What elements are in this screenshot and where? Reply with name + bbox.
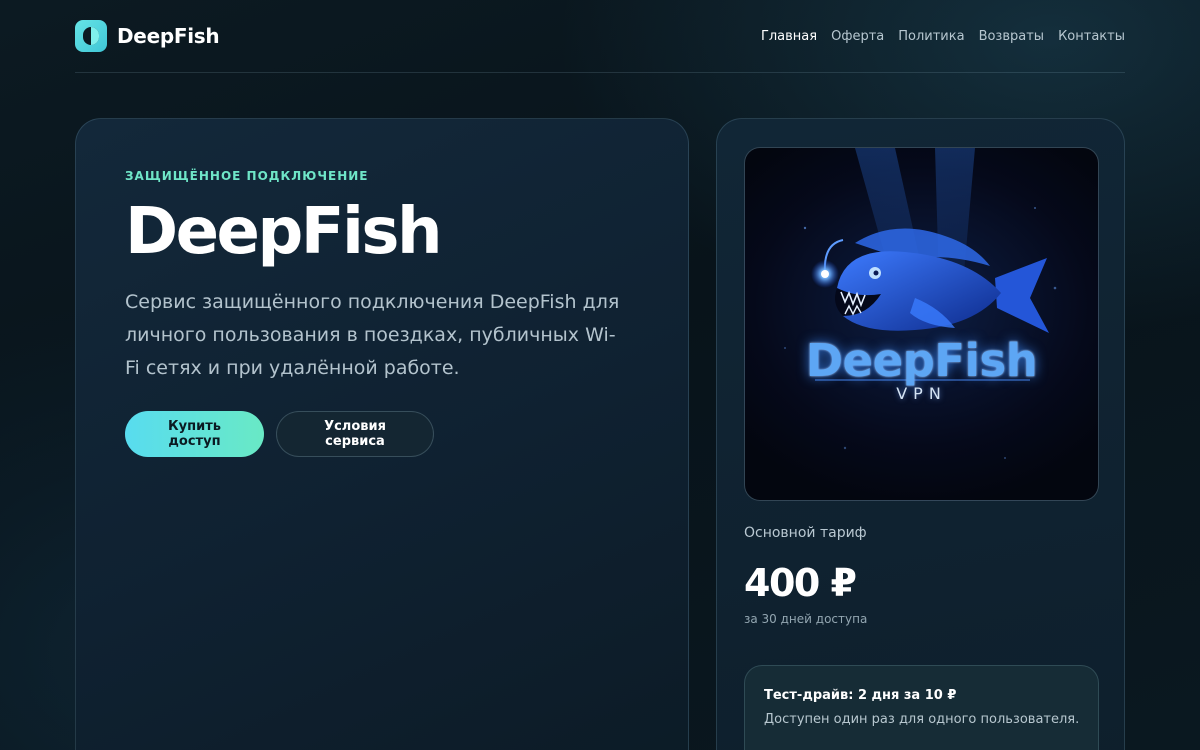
nav-item-refunds[interactable]: Возвраты — [979, 29, 1045, 44]
tariff-price-note: за 30 дней доступа — [744, 612, 868, 626]
nav-item-offer[interactable]: Оферта — [831, 29, 884, 44]
product-logo-text: DeepFish — [805, 334, 1038, 387]
tariff-price: 400 ₽ — [744, 561, 857, 605]
pricing-card: DeepFish VPN Основной тариф 400 ₽ за 30 … — [716, 118, 1125, 750]
brand-name: DeepFish — [117, 24, 220, 48]
product-logo-image: DeepFish VPN — [744, 147, 1099, 501]
hero-title: DeepFish — [125, 195, 443, 269]
trial-offer-text: Доступен один раз для одного пользовател… — [764, 712, 1080, 727]
buy-access-button[interactable]: Купить доступ — [125, 411, 264, 458]
page: DeepFish Главная Оферта Политика Возврат… — [0, 0, 1200, 750]
main-nav: Главная Оферта Политика Возвраты Контакт… — [761, 29, 1125, 44]
nav-item-policy[interactable]: Политика — [898, 29, 964, 44]
product-logo-subtitle: VPN — [896, 384, 947, 403]
tariff-label: Основной тариф — [744, 525, 867, 541]
site-header: DeepFish Главная Оферта Политика Возврат… — [75, 0, 1125, 73]
service-terms-button[interactable]: Условия сервиса — [276, 411, 434, 458]
hero-card: Защищённое подключение DeepFish Сервис з… — [75, 118, 689, 750]
trial-offer-box: Тест-драйв: 2 дня за 10 ₽ Доступен один … — [744, 665, 1099, 750]
brand-logo-icon — [75, 20, 107, 52]
trial-offer-title: Тест-драйв: 2 дня за 10 ₽ — [764, 688, 957, 703]
hero-actions: Купить доступ Условия сервиса — [125, 411, 688, 458]
anglerfish-icon — [784, 148, 1057, 459]
hero-description: Сервис защищённого подключения DeepFish … — [125, 291, 620, 380]
brand[interactable]: DeepFish — [75, 20, 220, 52]
nav-item-contacts[interactable]: Контакты — [1058, 29, 1125, 44]
hero-eyebrow: Защищённое подключение — [125, 169, 369, 183]
nav-item-home[interactable]: Главная — [761, 29, 817, 44]
